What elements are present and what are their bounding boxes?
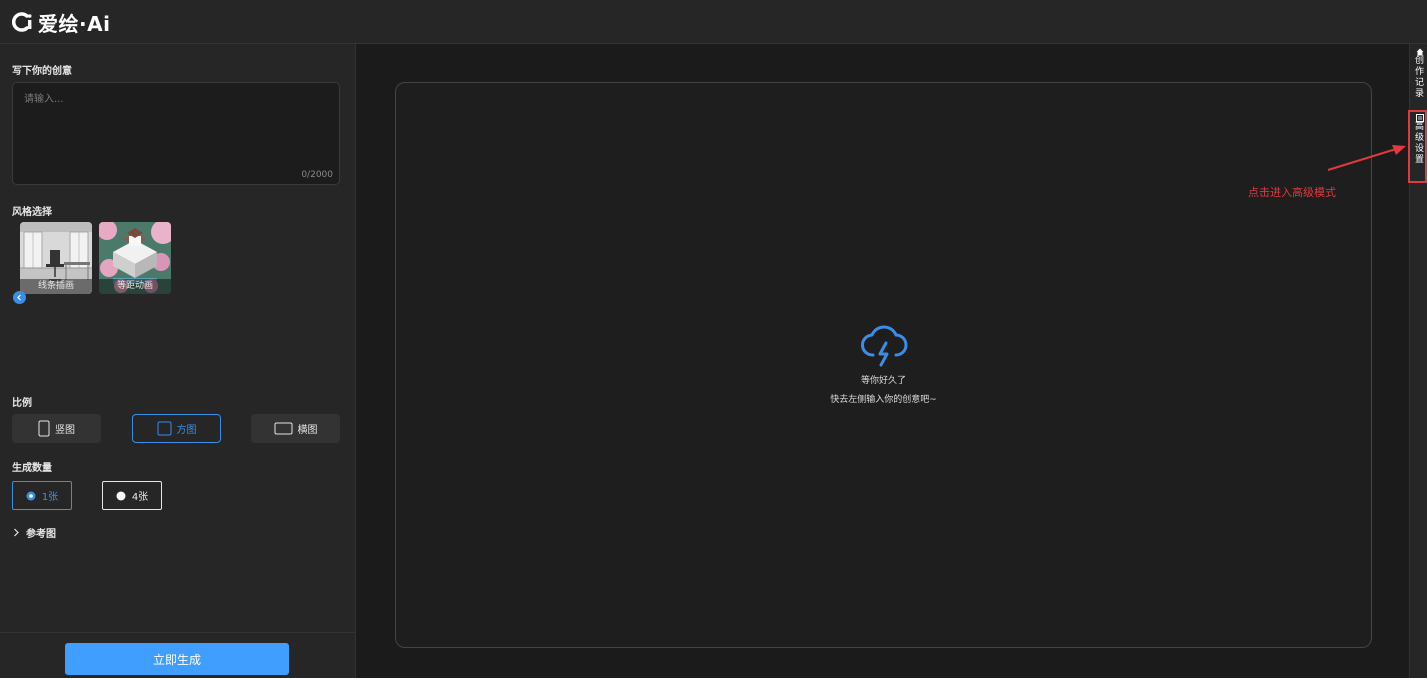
radio-checked-icon bbox=[26, 491, 36, 500]
count-4-button[interactable]: 4张 bbox=[102, 481, 162, 510]
rail-char: 创 bbox=[1414, 56, 1424, 66]
style-card-isometric[interactable]: 等距动画 bbox=[99, 222, 171, 294]
ratio-portrait-button[interactable]: 竖图 bbox=[12, 414, 101, 443]
ratio-label-text: 竖图 bbox=[55, 425, 75, 436]
prompt-input[interactable] bbox=[13, 83, 339, 184]
ratio-label-text: 方图 bbox=[176, 425, 197, 436]
home-icon bbox=[1416, 48, 1423, 56]
chevron-right-icon bbox=[14, 528, 19, 537]
ratio-label: 比例 bbox=[12, 398, 32, 409]
count-label-text: 4张 bbox=[131, 492, 149, 503]
ratio-landscape-button[interactable]: 横图 bbox=[251, 414, 340, 443]
logo-icon bbox=[12, 12, 32, 32]
count-1-button[interactable]: 1张 bbox=[12, 481, 72, 510]
ratio-label-text: 横图 bbox=[297, 425, 318, 436]
canvas-panel: 等你好久了 快去左侧输入你的创意吧~ bbox=[395, 82, 1372, 648]
annotation-text: 点击进入高级模式 bbox=[1248, 186, 1336, 199]
count-label: 生成数量 bbox=[12, 463, 52, 474]
style-caption: 线条插画 bbox=[20, 279, 92, 294]
rail-char: 记 bbox=[1414, 78, 1424, 88]
landscape-icon bbox=[274, 422, 292, 435]
left-panel: 写下你的创意 0/2000 风格选择 线条插画 bbox=[0, 44, 356, 678]
rail-history-button[interactable]: 创 作 记 录 bbox=[1413, 48, 1426, 100]
square-icon bbox=[157, 421, 171, 436]
annotation-arrow-icon bbox=[1327, 145, 1406, 171]
style-caption: 等距动画 bbox=[99, 279, 171, 294]
char-count: 0/2000 bbox=[301, 170, 333, 180]
rail-char: 作 bbox=[1414, 67, 1424, 77]
portrait-icon bbox=[38, 420, 50, 437]
generate-button[interactable]: 立即生成 bbox=[65, 643, 289, 675]
ratio-square-button[interactable]: 方图 bbox=[132, 414, 221, 443]
chevron-left-icon bbox=[17, 294, 21, 301]
reference-label: 参考图 bbox=[26, 529, 56, 540]
reference-image-toggle[interactable]: 参考图 bbox=[13, 525, 56, 540]
prompt-label: 写下你的创意 bbox=[12, 66, 72, 77]
cloud-lightning-icon bbox=[860, 325, 907, 367]
rail-char: 录 bbox=[1414, 89, 1424, 99]
style-card-line-illustration[interactable]: 线条插画 bbox=[20, 222, 92, 294]
empty-subtitle: 快去左侧输入你的创意吧~ bbox=[830, 395, 937, 405]
scroll-left-button[interactable] bbox=[13, 291, 26, 304]
count-label-text: 1张 bbox=[41, 492, 59, 503]
radio-unchecked-icon bbox=[116, 491, 126, 500]
logo-text: 爱绘·Ai bbox=[38, 11, 111, 36]
empty-title: 等你好久了 bbox=[860, 376, 906, 386]
app-logo[interactable]: 爱绘·Ai bbox=[12, 9, 111, 36]
style-label: 风格选择 bbox=[12, 207, 52, 218]
top-bar: 爱绘·Ai bbox=[0, 0, 1427, 44]
prompt-box: 0/2000 bbox=[12, 82, 340, 185]
annotation-highlight-box bbox=[1408, 110, 1427, 183]
empty-state: 等你好久了 快去左侧输入你的创意吧~ bbox=[396, 323, 1371, 405]
